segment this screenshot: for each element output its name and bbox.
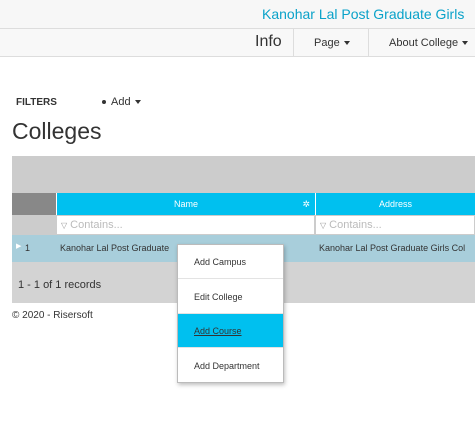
nav-brand-info[interactable]: Info xyxy=(255,33,282,51)
row-context-menu: Add Campus Edit College Add Course Add D… xyxy=(177,244,284,383)
site-title-link[interactable]: Kanohar Lal Post Graduate Girls xyxy=(262,6,464,22)
filters-label: FILTERS xyxy=(16,97,57,108)
top-header-bar: Kanohar Lal Post Graduate Girls xyxy=(0,0,475,28)
filter-funnel-icon[interactable]: ▽ xyxy=(61,217,67,234)
column-header-address[interactable]: Address xyxy=(315,193,475,215)
column-header-name[interactable]: Name ✲ xyxy=(56,193,315,215)
bullet-icon xyxy=(102,100,106,105)
menu-item-add-department[interactable]: Add Department xyxy=(178,349,283,383)
about-college-label: About College xyxy=(389,37,459,49)
page-dropdown-label: Page xyxy=(314,37,340,49)
gear-icon[interactable]: ✲ xyxy=(302,193,310,215)
about-college-dropdown[interactable]: About College xyxy=(389,37,469,49)
grid-group-panel xyxy=(12,156,475,193)
add-dropdown-label: Add xyxy=(111,96,131,108)
page-dropdown[interactable]: Page xyxy=(314,37,350,49)
caret-down-icon xyxy=(343,41,350,46)
menu-item-edit-college[interactable]: Edit College xyxy=(178,280,283,314)
nav-divider xyxy=(368,29,369,57)
address-filter-input[interactable]: ▽ Contains... xyxy=(315,215,475,235)
filter-row-corner xyxy=(12,215,56,235)
column-header-address-label: Address xyxy=(378,199,413,209)
caret-down-icon xyxy=(462,41,469,46)
add-dropdown[interactable]: Add xyxy=(102,96,141,108)
footer-copyright: © 2020 - Risersoft xyxy=(12,310,93,321)
row-expand-icon[interactable]: ▶ xyxy=(16,242,21,250)
grid-header-corner xyxy=(12,193,56,215)
address-filter-placeholder: Contains... xyxy=(329,219,382,231)
nav-divider xyxy=(293,29,294,57)
name-filter-input[interactable]: ▽ Contains... xyxy=(56,215,315,235)
cell-address: Kanohar Lal Post Graduate Girls Col xyxy=(319,243,466,253)
caret-down-icon xyxy=(134,100,141,105)
page-title: Colleges xyxy=(12,118,102,144)
menu-item-add-campus[interactable]: Add Campus xyxy=(178,245,283,279)
filter-funnel-icon[interactable]: ▽ xyxy=(320,217,326,234)
row-number: 1 xyxy=(25,243,31,253)
name-filter-placeholder: Contains... xyxy=(70,219,123,231)
pager-summary: 1 - 1 of 1 records xyxy=(18,279,102,291)
menu-item-add-course[interactable]: Add Course xyxy=(178,314,283,348)
main-navbar: Info Page About College xyxy=(0,28,475,57)
column-header-name-label: Name xyxy=(173,199,198,209)
